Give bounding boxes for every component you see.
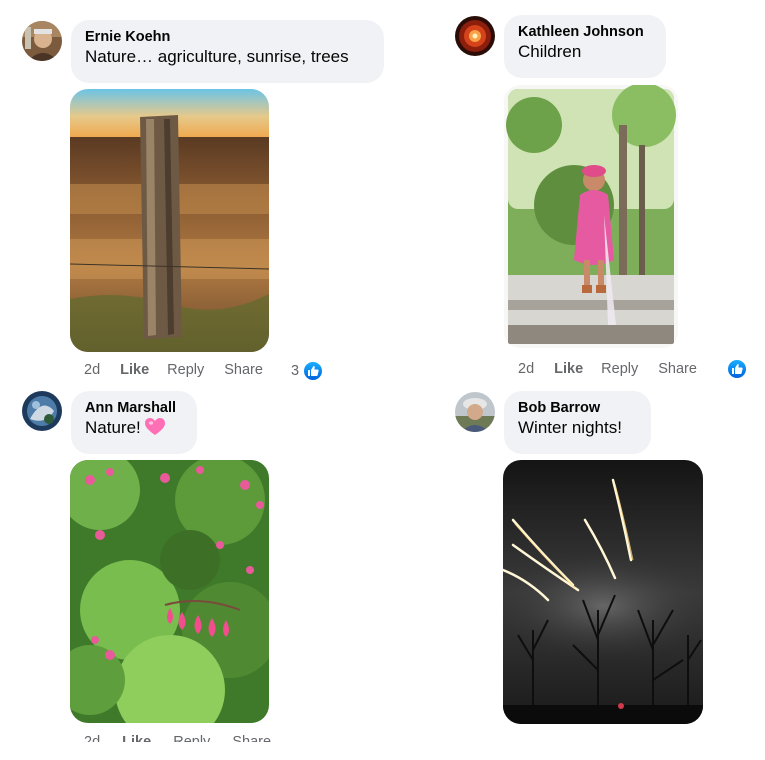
- reaction-summary[interactable]: 3: [291, 360, 325, 382]
- comment-author[interactable]: Ernie Koehn: [85, 28, 370, 46]
- comment-bubble: Ernie Koehn Nature… agriculture, sunrise…: [71, 20, 384, 83]
- comment-timestamp[interactable]: 2d: [84, 362, 100, 378]
- reaction-summary[interactable]: [723, 358, 748, 380]
- like-button[interactable]: Like: [120, 362, 149, 378]
- comment-text: Nature!: [85, 417, 183, 442]
- comment-timestamp[interactable]: 2d: [84, 734, 100, 742]
- comment-text: Winter nights!: [518, 418, 622, 437]
- comment-author[interactable]: Bob Barrow: [518, 399, 637, 417]
- share-button[interactable]: Share: [232, 734, 271, 742]
- reaction-count: 3: [291, 363, 300, 379]
- comment-text: Nature… agriculture, sunrise, trees: [85, 47, 349, 66]
- comment-text-value: Nature!: [85, 418, 141, 437]
- comment-timestamp[interactable]: 2d: [518, 361, 534, 377]
- comment-photo[interactable]: [504, 85, 678, 348]
- comment-bubble: Kathleen Johnson Children: [504, 15, 666, 78]
- like-button[interactable]: Like: [554, 361, 583, 377]
- reply-button[interactable]: Reply: [173, 734, 210, 742]
- comment-photo[interactable]: [503, 460, 703, 724]
- comment-photo[interactable]: [70, 89, 269, 352]
- comment-author[interactable]: Kathleen Johnson: [518, 23, 652, 41]
- like-button[interactable]: Like: [122, 734, 151, 742]
- avatar[interactable]: [22, 21, 62, 61]
- comment-author[interactable]: Ann Marshall: [85, 399, 183, 417]
- comment-actions-clipped: 2d Like Reply Share: [84, 733, 284, 742]
- comment-photo[interactable]: [70, 460, 269, 723]
- comment-actions: 2d Like Reply Share: [518, 361, 697, 377]
- comment-actions: 2d Like Reply Share: [84, 362, 263, 378]
- comment-bubble: Bob Barrow Winter nights!: [504, 391, 651, 454]
- reply-button[interactable]: Reply: [167, 362, 204, 378]
- thumbs-up-icon: [302, 360, 325, 382]
- share-button[interactable]: Share: [224, 362, 263, 378]
- avatar[interactable]: [22, 391, 62, 431]
- comment-bubble: Ann Marshall Nature!: [71, 391, 197, 454]
- share-button[interactable]: Share: [658, 361, 697, 377]
- avatar[interactable]: [455, 392, 495, 432]
- reply-button[interactable]: Reply: [601, 361, 638, 377]
- thumbs-up-icon: [726, 358, 748, 380]
- avatar[interactable]: [455, 16, 495, 56]
- pink-heart-icon: [144, 418, 165, 442]
- comment-text: Children: [518, 42, 582, 61]
